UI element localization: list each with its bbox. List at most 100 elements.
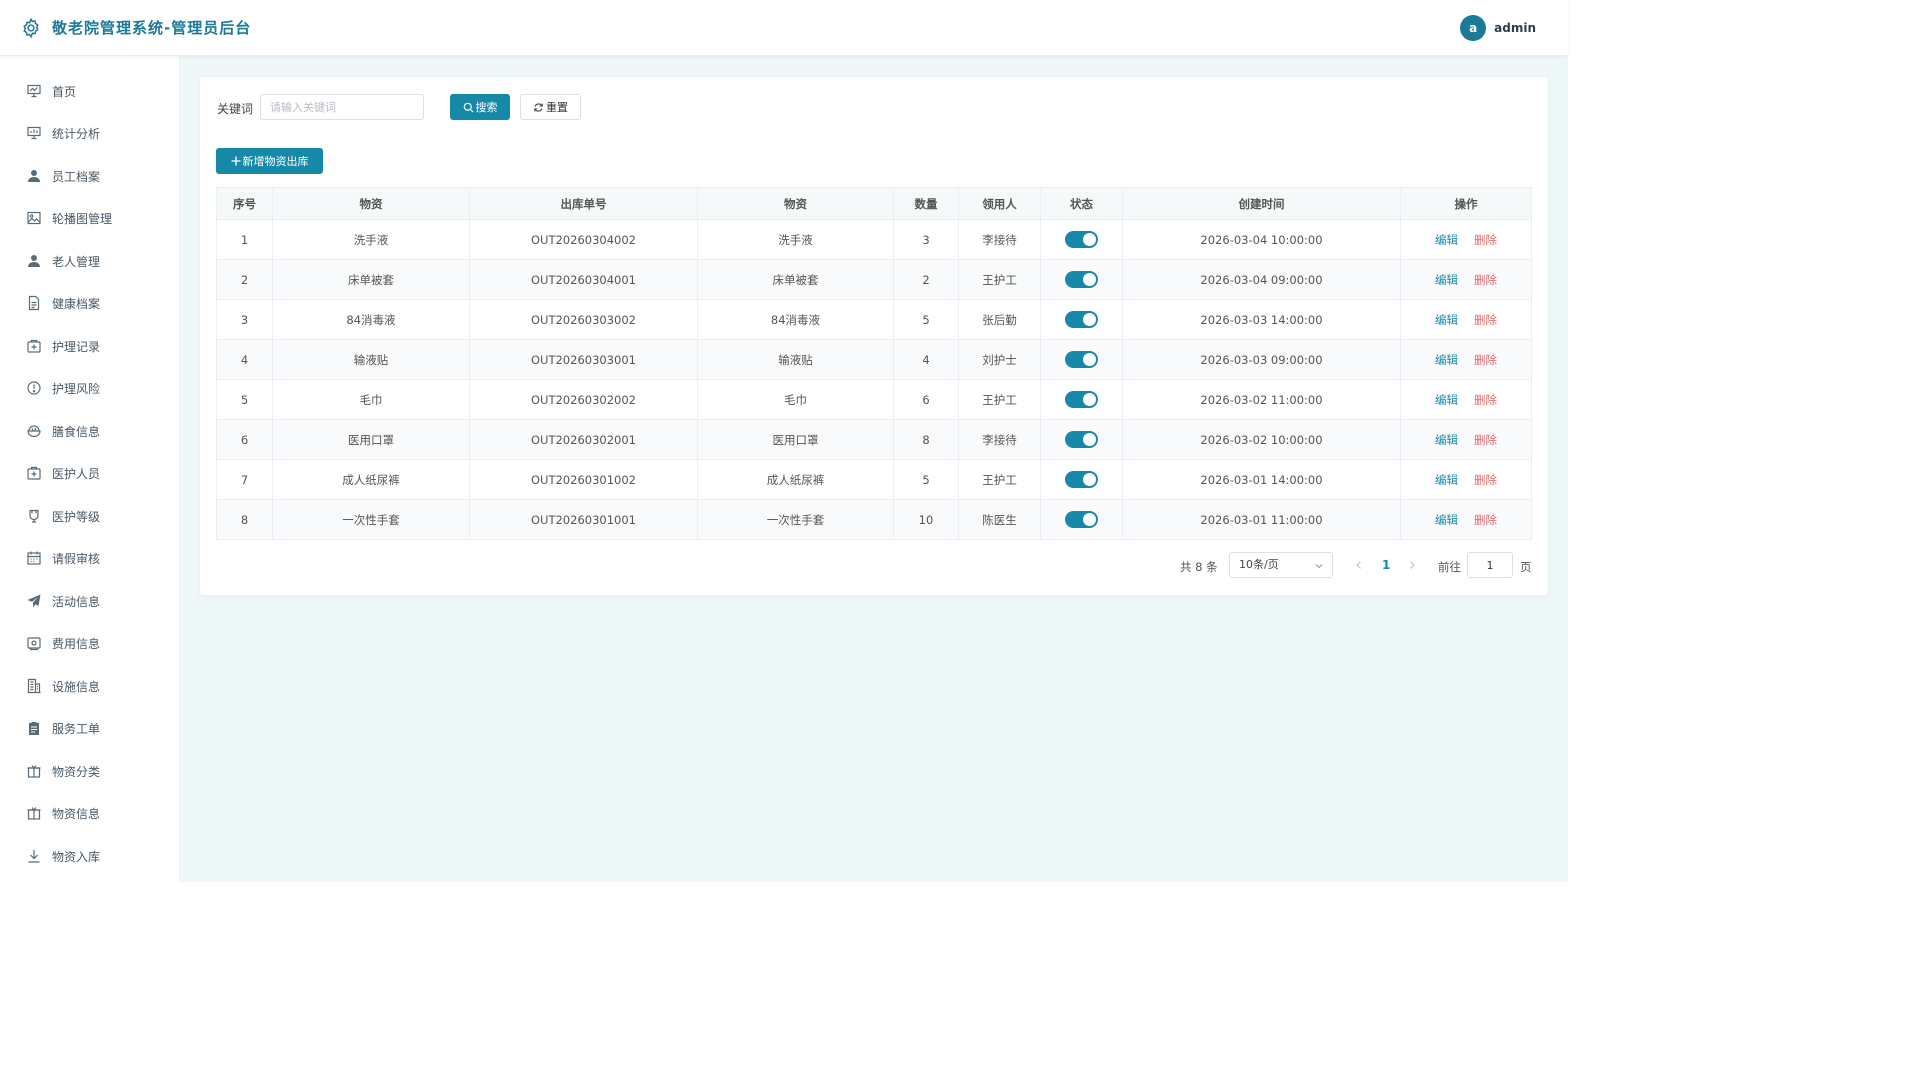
goto-page-input[interactable] [1467,552,1513,578]
refresh-icon [534,102,543,112]
add-outbound-button[interactable]: 新增物资出库 [216,148,323,174]
sidebar-item-medical-staff[interactable]: 医护人员 [0,452,179,494]
cell-item: 一次性手套 [272,499,470,540]
col-header-index[interactable]: 序号 [216,187,273,220]
edit-link[interactable]: 编辑 [1435,393,1458,407]
sidebar-item-nursing-records[interactable]: 护理记录 [0,325,179,367]
col-header-item[interactable]: 物资 [697,187,894,220]
cell-actions: 编辑 删除 [1400,419,1532,460]
edit-link[interactable]: 编辑 [1435,353,1458,367]
col-header-created[interactable]: 创建时间 [1122,187,1401,220]
edit-link[interactable]: 编辑 [1435,273,1458,287]
delete-link[interactable]: 删除 [1474,393,1497,407]
sidebar-item-elderly[interactable]: 老人管理 [0,240,179,282]
sidebar-item-label: 员工档案 [52,169,101,184]
col-header-quantity[interactable]: 数量 [893,187,959,220]
user-icon [28,170,40,182]
cell-recipient: 王护工 [958,259,1041,300]
cup-icon [29,509,39,523]
toggle-knob [1083,513,1096,526]
edit-link[interactable]: 编辑 [1435,513,1458,527]
sidebar-item-material-category[interactable]: 物资分类 [0,750,179,792]
search-button[interactable]: 搜索 [450,94,510,120]
warning-circle-icon [27,381,41,395]
sidebar-item-leave-review[interactable]: 请假审核 [0,537,179,579]
col-header-order-no[interactable]: 出库单号 [469,187,698,220]
home-chart-icon [27,84,41,98]
sidebar-item-material-info[interactable]: 物资信息 [0,792,179,834]
sidebar-item-material-inbound[interactable]: 物资入库 [0,835,179,877]
cell-quantity: 2 [893,259,959,300]
sidebar-item-carousel[interactable]: 轮播图管理 [0,197,179,239]
toggle-knob [1083,353,1096,366]
sidebar-item-care-level[interactable]: 医护等级 [0,495,179,537]
delete-link[interactable]: 删除 [1474,313,1497,327]
cell-created: 2026-03-04 09:00:00 [1122,259,1401,300]
sidebar-item-nursing-risk[interactable]: 护理风险 [0,367,179,409]
toggle-knob [1083,473,1096,486]
col-header-status[interactable]: 状态 [1040,187,1123,220]
status-toggle[interactable] [1065,431,1098,448]
username[interactable]: admin [1494,21,1536,35]
download-icon [28,850,40,863]
sidebar-item-facilities[interactable]: 设施信息 [0,665,179,707]
app-title: 敬老院管理系统-管理员后台 [52,19,252,37]
chevron-right-icon[interactable] [1406,558,1418,572]
cell-actions: 编辑 删除 [1400,219,1532,260]
delete-link[interactable]: 删除 [1474,473,1497,487]
page-size-select[interactable]: 10条/页 [1229,552,1333,578]
status-toggle[interactable] [1065,351,1098,368]
page-number-current[interactable]: 1 [1382,558,1390,572]
delete-link[interactable]: 删除 [1474,273,1497,287]
sidebar-item-meals[interactable]: 膳食信息 [0,410,179,452]
food-bowl-icon [27,425,41,438]
avatar[interactable]: a [1460,15,1487,41]
status-toggle[interactable] [1065,231,1098,248]
total-count: 共 8 条 [1180,560,1218,574]
cell-order-no: OUT20260304002 [469,219,698,260]
cell-recipient: 张后勤 [958,299,1041,340]
sidebar-item-statistics[interactable]: 统计分析 [0,112,179,154]
cell-item: 毛巾 [272,379,470,420]
sidebar-item-activities[interactable]: 活动信息 [0,580,179,622]
sidebar-item-label: 服务工单 [52,721,101,736]
status-toggle[interactable] [1065,471,1098,488]
reset-button[interactable]: 重置 [520,94,581,120]
status-toggle[interactable] [1065,391,1098,408]
cell-item: 洗手液 [697,219,894,260]
search-icon [463,102,474,113]
sidebar-item-work-orders[interactable]: 服务工单 [0,707,179,749]
keyword-search-input[interactable] [260,94,424,120]
edit-link[interactable]: 编辑 [1435,433,1458,447]
cell-order-no: OUT20260303002 [469,299,698,340]
col-header-item[interactable]: 物资 [272,187,470,220]
sidebar-item-staff[interactable]: 员工档案 [0,155,179,197]
delete-link[interactable]: 删除 [1474,433,1497,447]
col-header-recipient[interactable]: 领用人 [958,187,1041,220]
edit-link[interactable]: 编辑 [1435,313,1458,327]
chevron-left-icon[interactable] [1353,558,1365,572]
delete-link[interactable]: 删除 [1474,233,1497,247]
cell-recipient: 王护工 [958,379,1041,420]
cell-actions: 编辑 删除 [1400,459,1532,500]
sidebar-item-health[interactable]: 健康档案 [0,282,179,324]
delete-link[interactable]: 删除 [1474,353,1497,367]
edit-link[interactable]: 编辑 [1435,233,1458,247]
sidebar-item-home[interactable]: 首页 [0,70,179,112]
table-row: 1 洗手液 OUT20260304002 洗手液 3 李接待 2026-03-0… [216,219,1532,260]
cell-item: 成人纸尿裤 [272,459,470,500]
status-toggle[interactable] [1065,271,1098,288]
cell-index: 1 [216,219,273,260]
user-menu[interactable]: a admin [1460,15,1536,41]
cell-recipient: 王护工 [958,459,1041,500]
status-toggle[interactable] [1065,311,1098,328]
delete-link[interactable]: 删除 [1474,513,1497,527]
sidebar-item-label: 老人管理 [52,254,101,269]
status-toggle[interactable] [1065,511,1098,528]
cell-order-no: OUT20260302001 [469,419,698,460]
cell-index: 3 [216,299,273,340]
sidebar-item-fees[interactable]: 费用信息 [0,622,179,664]
edit-link[interactable]: 编辑 [1435,473,1458,487]
sidebar-item-label: 设施信息 [52,679,101,694]
cell-status [1040,219,1123,260]
